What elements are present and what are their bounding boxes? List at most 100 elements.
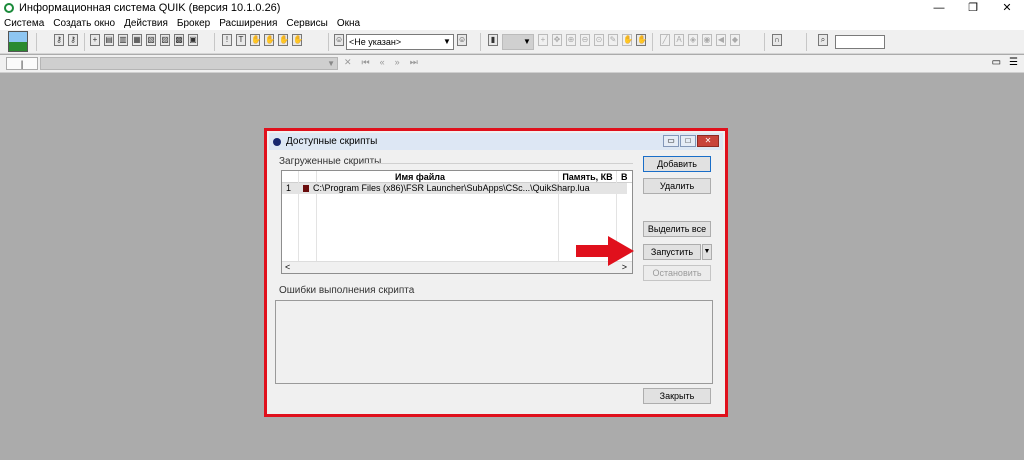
arrow-tool-icon[interactable]: ◀ [716, 34, 726, 46]
pan-icon[interactable]: ✋ [622, 34, 633, 46]
hand-cancel-icon[interactable]: ✋ [292, 34, 303, 46]
row-number: 1 [286, 183, 292, 193]
menu-create-window[interactable]: Создать окно [53, 18, 115, 29]
toolbar-separator [480, 33, 481, 51]
bomb-icon [273, 137, 281, 146]
pointer-icon[interactable]: ✋ [636, 34, 647, 46]
fill-tool-icon[interactable]: ◈ [688, 34, 698, 46]
stop-button[interactable]: Остановить [643, 265, 711, 281]
menu-system[interactable]: Система [4, 18, 44, 29]
crosshair-icon[interactable]: + [538, 34, 548, 46]
column-header-truncated[interactable]: В [616, 171, 632, 183]
quotes-window-icon[interactable]: ▥ [118, 34, 128, 46]
toolbar-separator [36, 33, 37, 51]
menu-broker[interactable]: Брокер [177, 18, 210, 29]
menu-services[interactable]: Сервисы [286, 18, 327, 29]
zoom-out-icon[interactable]: ⊖ [580, 34, 590, 46]
window-controls: — ❐ ✕ [922, 0, 1024, 16]
user-icon[interactable]: ☺ [334, 34, 344, 46]
trades-window-icon[interactable]: ▦ [132, 34, 142, 46]
chevron-down-icon: ▼ [443, 37, 451, 46]
zoom-fit-icon[interactable]: ⊙ [594, 34, 604, 46]
nav-prev-icon[interactable]: « [380, 57, 385, 68]
dialog-close-button[interactable]: ✕ [697, 135, 719, 147]
nav-first-icon[interactable]: ⏮ [362, 57, 370, 68]
dialog-window-controls: ▭ □ ✕ [663, 135, 719, 147]
message-icon[interactable]: ▭ [992, 57, 1001, 68]
dialog-minimize-button[interactable]: ▭ [663, 135, 679, 147]
toolbar-group-chart-tools: + ✥ ⊕ ⊖ ⊙ ✎ ✋ ✋ [538, 34, 647, 46]
portfolio-window-icon[interactable]: ▩ [174, 34, 184, 46]
search-icon[interactable]: ⌕ [818, 34, 828, 46]
toolbar-separator [806, 33, 807, 51]
history-nav: ✕ ⏮ « » ⏭ [344, 57, 418, 68]
scripts-dialog: Доступные скрипты ▭ □ ✕ Загруженные скри… [264, 128, 728, 417]
hand-icon[interactable]: ✋ [250, 34, 261, 46]
key-disconnect-icon[interactable]: ⚷ [68, 34, 78, 46]
menu-actions[interactable]: Действия [124, 18, 168, 29]
move-icon[interactable]: ✥ [552, 34, 562, 46]
run-button[interactable]: Запустить [643, 244, 701, 260]
hand-sell-icon[interactable]: ✋ [278, 34, 289, 46]
app-title: Информационная система QUIK (версия 10.1… [19, 2, 281, 14]
zoom-in-icon[interactable]: ⊕ [566, 34, 576, 46]
scroll-left-icon[interactable]: < [285, 262, 290, 273]
menu-bar: Система Создать окно Действия Брокер Рас… [0, 16, 1024, 30]
bar-chart-icon[interactable]: ▮ [488, 34, 498, 46]
shape-tool-icon[interactable]: ◆ [730, 34, 740, 46]
table-row[interactable]: 1 C:\Program Files (x86)\FSR Launcher\Su… [282, 183, 627, 194]
account-apply-icon[interactable]: ☺ [457, 34, 467, 46]
nav-last-icon[interactable]: ⏭ [410, 57, 418, 68]
table-window-icon[interactable]: ▤ [104, 34, 114, 46]
dialog-title: Доступные скрипты [286, 136, 378, 147]
close-button[interactable]: Закрыть [643, 388, 711, 404]
secondary-toolbar: | ▼ ✕ ⏮ « » ⏭ ▭ ☰ [0, 55, 1024, 73]
close-window-button[interactable]: ✕ [990, 0, 1024, 16]
account-select[interactable]: <Не указан> ▼ [346, 34, 454, 50]
nav-next-icon[interactable]: » [395, 57, 400, 68]
script-errors-area[interactable] [275, 300, 713, 384]
script-filename: C:\Program Files (x86)\FSR Launcher\SubA… [313, 183, 590, 193]
line-tool-icon[interactable]: ╱ [660, 34, 670, 46]
toolbar-group-drawing: ╱ A ◈ ◉ ◀ ◆ [660, 34, 740, 46]
dialog-titlebar: Доступные скрипты ▭ □ ✕ [269, 133, 723, 150]
list-icon[interactable]: ☰ [1009, 57, 1018, 68]
toolbar-group-account: ☺ [334, 34, 344, 46]
limits-window-icon[interactable]: ▣ [188, 34, 198, 46]
annotation-arrow-icon [576, 236, 634, 266]
font-tool-icon[interactable]: A [674, 34, 684, 46]
chart-type-select[interactable]: ▼ [502, 34, 534, 50]
toolbar-group-search: ⌕ [818, 34, 828, 46]
chevron-down-icon: ▼ [327, 59, 335, 68]
menu-extensions[interactable]: Расширения [219, 18, 277, 29]
add-button[interactable]: Добавить [643, 156, 711, 172]
search-input[interactable] [835, 35, 885, 49]
close-icon[interactable]: ✕ [344, 57, 352, 68]
dialog-maximize-button[interactable]: □ [680, 135, 696, 147]
instrument-select[interactable]: ▼ [40, 57, 338, 70]
pencil-icon[interactable]: ✎ [608, 34, 618, 46]
toolbar-separator [764, 33, 765, 51]
orders-window-icon[interactable]: ▧ [146, 34, 156, 46]
instrument-field[interactable]: | [6, 57, 38, 70]
remove-button[interactable]: Удалить [643, 178, 711, 194]
group-divider [363, 163, 633, 164]
landscape-logo-icon[interactable] [8, 31, 28, 52]
toolbar-separator [328, 33, 329, 51]
hand-buy-icon[interactable]: ✋ [264, 34, 275, 46]
menu-windows[interactable]: Окна [337, 18, 360, 29]
info-icon[interactable]: ! [222, 34, 232, 46]
column-header-filename[interactable]: Имя файла [282, 171, 558, 183]
restore-button[interactable]: ❐ [956, 0, 990, 16]
key-connect-icon[interactable]: ⚷ [54, 34, 64, 46]
new-order-icon[interactable]: + [90, 34, 100, 46]
eye-tool-icon[interactable]: ◉ [702, 34, 712, 46]
text-tool-icon[interactable]: T [236, 34, 246, 46]
column-header-memory[interactable]: Память, КВ [558, 171, 616, 183]
minimize-button[interactable]: — [922, 0, 956, 16]
search-window-icon[interactable]: ▨ [160, 34, 170, 46]
magnet-icon[interactable]: ∩ [772, 34, 782, 46]
run-dropdown-button[interactable]: ▼ [702, 244, 712, 260]
select-all-button[interactable]: Выделить все [643, 221, 711, 237]
account-select-value: <Не указан> [349, 37, 402, 47]
